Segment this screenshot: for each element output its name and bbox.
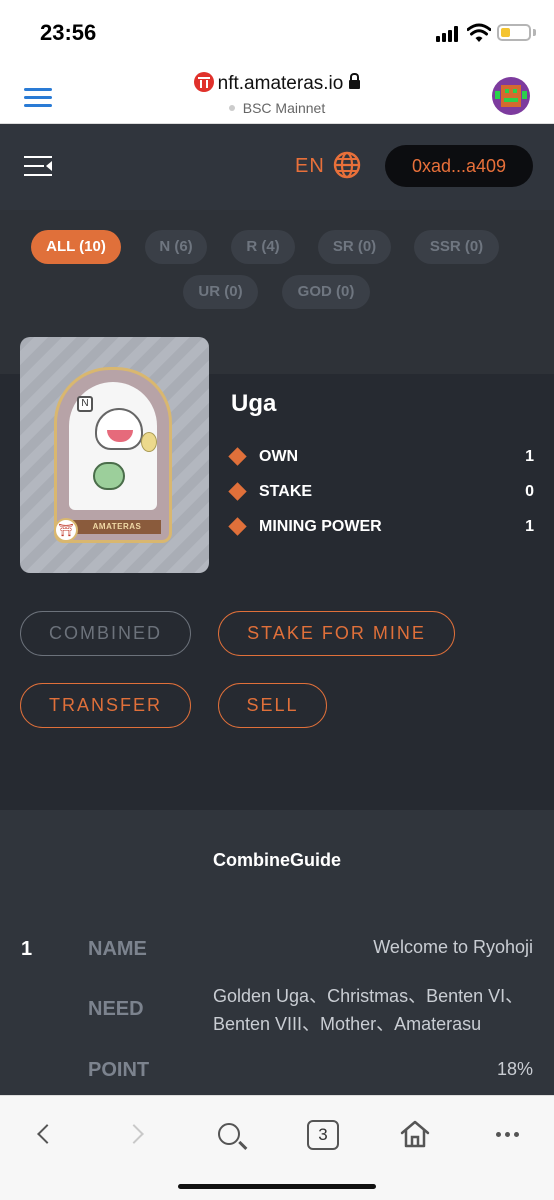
url-row[interactable]: nft.amateras.io xyxy=(0,72,554,95)
rarity-badge: N xyxy=(77,396,93,412)
nft-name: Uga xyxy=(231,390,277,417)
guide-name-value: Welcome to Ryohoji xyxy=(373,937,533,957)
tabs-button[interactable]: 3 xyxy=(307,1120,339,1150)
nft-card-image[interactable]: N AMATERAS ⛩ xyxy=(20,337,209,573)
status-time: 23:56 xyxy=(40,20,97,45)
ghost-character xyxy=(95,408,143,450)
guide-point-label: POINT xyxy=(88,1059,150,1081)
signal-icon xyxy=(436,26,462,42)
stat-value: 0 xyxy=(525,483,534,500)
frog-character xyxy=(93,462,125,490)
globe-icon[interactable] xyxy=(333,151,361,179)
combined-button[interactable]: COMBINED xyxy=(20,611,191,656)
filter-n[interactable]: N (6) xyxy=(145,230,207,264)
guide-name-label: NAME xyxy=(88,938,147,960)
transfer-button[interactable]: TRANSFER xyxy=(20,683,191,728)
guide-need-value: Golden Uga、Christmas、Benten VI、Benten VI… xyxy=(213,986,524,1034)
stat-label: MINING POWER xyxy=(259,518,382,535)
filter-ur[interactable]: UR (0) xyxy=(183,275,258,309)
menu-collapse-icon[interactable] xyxy=(24,154,52,178)
lock-icon xyxy=(349,73,361,89)
stat-mining-power: MINING POWER 1 xyxy=(228,517,534,539)
combine-guide-title: CombineGuide xyxy=(212,850,341,870)
wifi-icon xyxy=(467,23,491,42)
network-row: BSC Mainnet xyxy=(0,100,554,116)
diamond-icon xyxy=(228,517,247,536)
more-icon[interactable] xyxy=(496,1132,520,1138)
network-label: BSC Mainnet xyxy=(242,100,326,116)
browser-address-bar: nft.amateras.io BSC Mainnet xyxy=(0,62,554,124)
language-label[interactable]: EN xyxy=(295,155,325,178)
filter-god[interactable]: GOD (0) xyxy=(282,275,370,309)
card-ribbon: AMATERAS xyxy=(73,520,161,534)
home-icon[interactable] xyxy=(399,1118,431,1150)
filter-ssr[interactable]: SSR (0) xyxy=(414,230,499,264)
filter-all[interactable]: ALL (10) xyxy=(31,230,121,264)
guide-point-value: 18% xyxy=(496,1059,533,1079)
guide-item-index: 1 xyxy=(21,938,33,960)
stat-label: OWN xyxy=(259,448,299,465)
stake-for-mine-button[interactable]: STAKE FOR MINE xyxy=(218,611,455,656)
network-dot-icon xyxy=(228,105,235,111)
site-logo-icon xyxy=(193,72,214,92)
url-text: nft.amateras.io xyxy=(217,73,344,94)
filter-sr[interactable]: SR (0) xyxy=(318,230,391,264)
avatar[interactable] xyxy=(492,77,530,115)
sell-button[interactable]: SELL xyxy=(218,683,327,728)
diamond-icon xyxy=(228,482,247,501)
stat-label: STAKE xyxy=(259,483,313,500)
stat-own: OWN 1 xyxy=(228,447,534,469)
stat-stake: STAKE 0 xyxy=(228,482,534,504)
filter-r[interactable]: R (4) xyxy=(231,230,295,264)
wallet-address-button[interactable]: 0xad...a409 xyxy=(385,145,533,187)
status-bar: 23:56 xyxy=(0,0,554,62)
guide-need-label: NEED xyxy=(88,998,144,1020)
home-indicator xyxy=(178,1184,376,1189)
torii-icon: ⛩ xyxy=(54,518,78,542)
diamond-icon xyxy=(228,447,247,466)
search-icon[interactable] xyxy=(218,1123,240,1145)
stat-value: 1 xyxy=(525,448,534,465)
battery-icon xyxy=(497,24,531,41)
stat-value: 1 xyxy=(525,518,534,535)
